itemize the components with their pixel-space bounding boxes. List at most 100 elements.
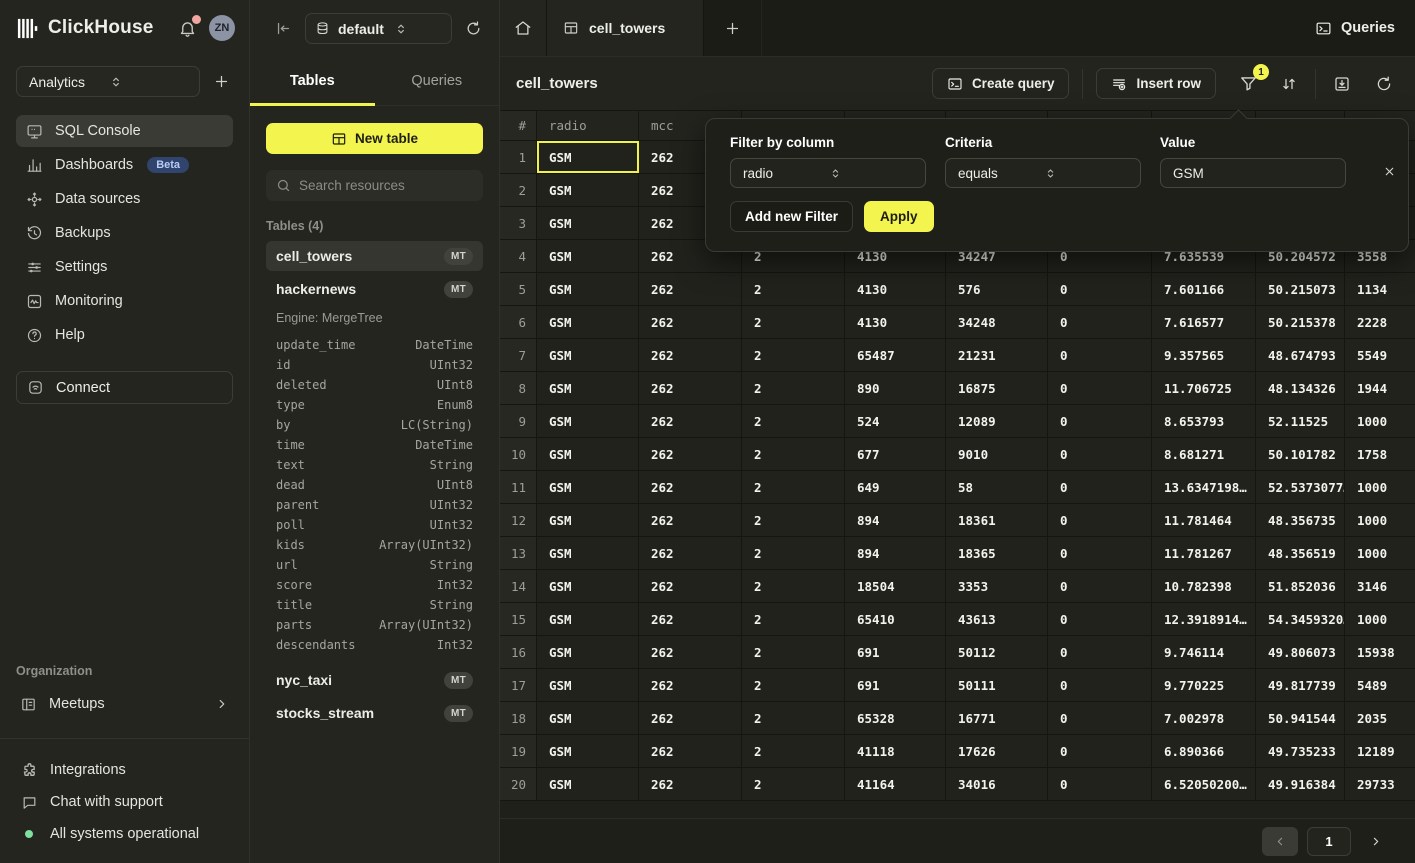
footer-item-chat-with-support[interactable]: Chat with support — [16, 787, 233, 817]
table-cell[interactable]: GSM — [537, 174, 639, 206]
table-cell[interactable]: 50.215073 — [1256, 273, 1345, 305]
footer-item-all-systems-operational[interactable]: All systems operational — [16, 819, 233, 849]
table-cell[interactable]: 50.101782 — [1256, 438, 1345, 470]
home-tab[interactable] — [500, 0, 547, 56]
table-cell[interactable]: 0 — [1048, 735, 1152, 767]
footer-item-integrations[interactable]: Integrations — [16, 755, 233, 785]
tab-tables[interactable]: Tables — [250, 57, 375, 105]
new-tab-button[interactable] — [704, 0, 762, 56]
table-cell[interactable]: 1944 — [1345, 372, 1415, 404]
create-query-button[interactable]: Create query — [932, 68, 1070, 99]
refresh-button[interactable] — [1371, 71, 1397, 97]
table-cell[interactable]: 13.6347198… — [1152, 471, 1256, 503]
table-cell[interactable]: 3353 — [946, 570, 1048, 602]
table-cell[interactable]: 262 — [639, 438, 742, 470]
table-cell[interactable]: 2 — [742, 669, 845, 701]
table-cell[interactable]: 49.916384 — [1256, 768, 1345, 800]
row-number[interactable]: 3 — [500, 207, 537, 239]
row-number[interactable]: 20 — [500, 768, 537, 800]
table-cell[interactable]: 2 — [742, 504, 845, 536]
table-cell[interactable]: 262 — [639, 735, 742, 767]
apply-filter-button[interactable]: Apply — [864, 201, 934, 232]
row-number[interactable]: 8 — [500, 372, 537, 404]
table-cell[interactable]: 0 — [1048, 636, 1152, 668]
table-cell[interactable]: 262 — [639, 471, 742, 503]
database-select[interactable]: default — [305, 13, 452, 44]
table-cell[interactable]: GSM — [537, 372, 639, 404]
table-cell[interactable]: GSM — [537, 438, 639, 470]
row-number[interactable]: 18 — [500, 702, 537, 734]
table-cell[interactable]: 54.3459320… — [1256, 603, 1345, 635]
table-cell[interactable]: 7.002978 — [1152, 702, 1256, 734]
current-page[interactable]: 1 — [1307, 827, 1351, 856]
table-cell[interactable]: GSM — [537, 702, 639, 734]
filter-button[interactable]: 1 — [1235, 70, 1262, 97]
table-cell[interactable]: 58 — [946, 471, 1048, 503]
table-cell[interactable]: GSM — [537, 273, 639, 305]
add-workspace-button[interactable] — [210, 70, 233, 93]
sidebar-item-settings[interactable]: Settings — [16, 251, 233, 283]
table-cell[interactable]: 1000 — [1345, 504, 1415, 536]
table-cell[interactable]: 2 — [742, 702, 845, 734]
table-cell[interactable]: 12189 — [1345, 735, 1415, 767]
table-cell[interactable]: GSM — [537, 141, 639, 173]
table-cell[interactable]: 262 — [639, 570, 742, 602]
table-cell[interactable]: GSM — [537, 768, 639, 800]
sidebar-item-sql-console[interactable]: SQL Console — [16, 115, 233, 147]
table-cell[interactable]: 1000 — [1345, 603, 1415, 635]
table-cell[interactable]: 262 — [639, 669, 742, 701]
table-cell[interactable]: 2 — [742, 405, 845, 437]
table-cell[interactable]: 48.134326 — [1256, 372, 1345, 404]
table-cell[interactable]: 4130 — [845, 306, 946, 338]
table-cell[interactable]: 2 — [742, 570, 845, 602]
avatar[interactable]: ZN — [209, 15, 235, 41]
table-cell[interactable]: 9.746114 — [1152, 636, 1256, 668]
collapse-panel-icon[interactable] — [272, 17, 295, 40]
table-cell[interactable]: 0 — [1048, 372, 1152, 404]
table-cell[interactable]: 2 — [742, 438, 845, 470]
row-number[interactable]: 9 — [500, 405, 537, 437]
table-cell[interactable]: 18365 — [946, 537, 1048, 569]
table-cell[interactable]: 51.852036 — [1256, 570, 1345, 602]
table-cell[interactable]: 691 — [845, 636, 946, 668]
row-number[interactable]: 19 — [500, 735, 537, 767]
table-cell[interactable]: 21231 — [946, 339, 1048, 371]
sidebar-item-monitoring[interactable]: Monitoring — [16, 285, 233, 317]
table-cell[interactable]: 48.674793 — [1256, 339, 1345, 371]
table-cell[interactable]: 2 — [742, 372, 845, 404]
table-cell[interactable]: 0 — [1048, 702, 1152, 734]
table-item-nyc_taxi[interactable]: nyc_taxiMT — [266, 665, 483, 695]
table-cell[interactable]: 6.890366 — [1152, 735, 1256, 767]
table-cell[interactable]: 34248 — [946, 306, 1048, 338]
table-cell[interactable]: 576 — [946, 273, 1048, 305]
row-number[interactable]: 12 — [500, 504, 537, 536]
table-cell[interactable]: 50111 — [946, 669, 1048, 701]
table-cell[interactable]: 65328 — [845, 702, 946, 734]
filter-column-select[interactable]: radio — [730, 158, 926, 188]
table-cell[interactable]: 7.601166 — [1152, 273, 1256, 305]
tab-cell-towers[interactable]: cell_towers — [547, 0, 704, 56]
remove-filter-icon[interactable] — [1379, 161, 1400, 182]
row-number[interactable]: 1 — [500, 141, 537, 173]
row-number[interactable]: 7 — [500, 339, 537, 371]
table-cell[interactable]: 52.11525 — [1256, 405, 1345, 437]
table-cell[interactable]: 6.52050200… — [1152, 768, 1256, 800]
table-cell[interactable]: 11.706725 — [1152, 372, 1256, 404]
table-cell[interactable]: GSM — [537, 636, 639, 668]
table-cell[interactable]: 1134 — [1345, 273, 1415, 305]
table-cell[interactable]: 0 — [1048, 405, 1152, 437]
table-cell[interactable]: 0 — [1048, 768, 1152, 800]
table-cell[interactable]: 50112 — [946, 636, 1048, 668]
row-number-header[interactable]: # — [500, 111, 537, 140]
table-cell[interactable]: 41164 — [845, 768, 946, 800]
table-cell[interactable]: GSM — [537, 405, 639, 437]
row-number[interactable]: 6 — [500, 306, 537, 338]
table-cell[interactable]: 50.215378 — [1256, 306, 1345, 338]
table-cell[interactable]: 8.681271 — [1152, 438, 1256, 470]
prev-page-button[interactable] — [1262, 827, 1298, 856]
table-cell[interactable]: 262 — [639, 273, 742, 305]
table-cell[interactable]: 0 — [1048, 438, 1152, 470]
table-cell[interactable]: 0 — [1048, 339, 1152, 371]
table-cell[interactable]: GSM — [537, 306, 639, 338]
notifications-bell-icon[interactable] — [176, 17, 199, 40]
